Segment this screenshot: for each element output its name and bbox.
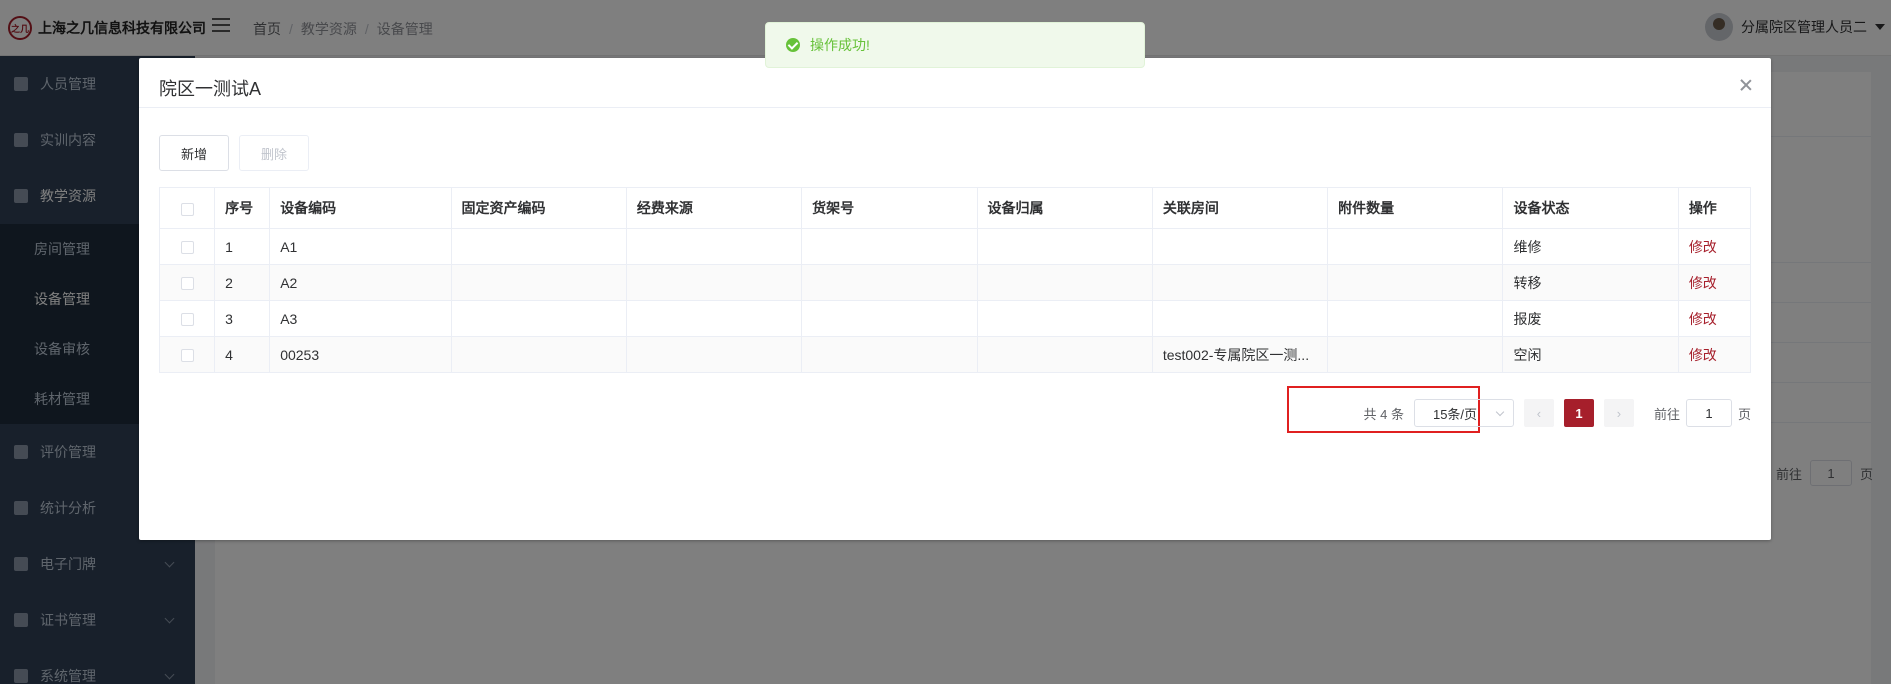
cell-shelf — [801, 336, 978, 373]
cell-index: 1 — [214, 228, 271, 265]
cell-owner — [976, 264, 1153, 301]
cell-fund — [625, 228, 803, 265]
cell-code: 00253 — [269, 336, 452, 373]
pager-goto-input[interactable]: 1 — [1685, 399, 1732, 427]
cell-code: A1 — [269, 228, 452, 265]
cell-status: 空闲 — [1502, 336, 1679, 373]
pagination: 共 4 条 15条/页 ‹ 1 › 前往 1 页 — [1354, 399, 1751, 427]
toast-message: 操作成功! — [810, 37, 870, 53]
cell-shelf — [801, 300, 978, 337]
edit-link[interactable]: 修改 — [1689, 347, 1717, 363]
delete-button[interactable]: 删除 — [239, 135, 309, 171]
select-all-checkbox[interactable] — [180, 202, 194, 216]
cell-room — [1151, 264, 1329, 301]
chevron-down-icon — [1495, 407, 1505, 417]
cell-asset — [450, 264, 627, 301]
cell-shelf — [801, 264, 978, 301]
cell-status: 维修 — [1502, 228, 1679, 265]
cell-owner — [976, 336, 1153, 373]
cell-room — [1151, 300, 1329, 337]
cell-index: 2 — [214, 264, 271, 301]
cell-index: 4 — [214, 336, 271, 373]
edit-link[interactable]: 修改 — [1689, 239, 1717, 255]
prev-page-button[interactable]: ‹ — [1523, 399, 1554, 427]
row-checkbox[interactable] — [180, 241, 194, 255]
column-header-status: 设备状态 — [1502, 187, 1679, 229]
column-header-index: 序号 — [214, 187, 271, 229]
column-header-action: 操作 — [1677, 187, 1752, 229]
row-checkbox[interactable] — [180, 349, 194, 363]
cell-asset — [450, 228, 627, 265]
cell-attachments — [1327, 264, 1504, 301]
column-header-shelf: 货架号 — [801, 187, 978, 229]
cell-status: 报废 — [1502, 300, 1679, 337]
dialog-title: 院区一测试A — [159, 79, 262, 99]
column-header-attachments: 附件数量 — [1327, 187, 1504, 229]
column-header-room: 关联房间 — [1151, 187, 1329, 229]
room-link-text: test002-专属院区一测... — [1162, 346, 1310, 363]
page-size-select[interactable]: 15条/页 — [1413, 399, 1514, 427]
table-row: 3 A3 报废 修改 — [158, 300, 1752, 337]
device-dialog: 院区一测试A 新增 删除 序号 设备编码 固定资产编码 经费来源 货架号 设备归… — [139, 58, 1771, 540]
edit-link[interactable]: 修改 — [1689, 275, 1717, 291]
device-table: 序号 设备编码 固定资产编码 经费来源 货架号 设备归属 关联房间 附件数量 设… — [158, 187, 1752, 373]
cell-attachments — [1327, 300, 1504, 337]
success-toast: 操作成功! — [765, 22, 1145, 68]
cell-attachments — [1327, 336, 1504, 373]
add-button[interactable]: 新增 — [159, 135, 229, 171]
pager-goto-label: 前往 — [1653, 406, 1680, 422]
cell-owner — [976, 228, 1153, 265]
page-size-value: 15条/页 — [1432, 406, 1478, 422]
table-row: 4 00253 test002-专属院区一测... 空闲 修改 — [158, 336, 1752, 373]
column-header-asset-code: 固定资产编码 — [450, 187, 627, 229]
column-header-code: 设备编码 — [269, 187, 452, 229]
pager-page-suffix: 页 — [1737, 406, 1751, 422]
next-page-button[interactable]: › — [1603, 399, 1634, 427]
cell-room — [1151, 228, 1329, 265]
cell-owner — [976, 300, 1153, 337]
cell-asset — [450, 336, 627, 373]
edit-link[interactable]: 修改 — [1689, 311, 1717, 327]
cell-fund — [625, 264, 803, 301]
page-number-current[interactable]: 1 — [1563, 399, 1594, 427]
cell-code: A3 — [269, 300, 452, 337]
cell-room: test002-专属院区一测... — [1151, 336, 1329, 373]
pager-total: 共 4 条 — [1363, 406, 1404, 422]
table-row: 1 A1 维修 修改 — [158, 228, 1752, 265]
select-all-cell — [158, 187, 216, 229]
check-circle-icon — [786, 38, 800, 52]
cell-code: A2 — [269, 264, 452, 301]
cell-asset — [450, 300, 627, 337]
cell-fund — [625, 336, 803, 373]
row-checkbox[interactable] — [180, 277, 194, 291]
column-header-fund-source: 经费来源 — [625, 187, 803, 229]
cell-attachments — [1327, 228, 1504, 265]
close-icon[interactable] — [1739, 78, 1753, 92]
cell-shelf — [801, 228, 978, 265]
cell-index: 3 — [214, 300, 271, 337]
table-row: 2 A2 转移 修改 — [158, 264, 1752, 301]
table-header-row: 序号 设备编码 固定资产编码 经费来源 货架号 设备归属 关联房间 附件数量 设… — [158, 187, 1752, 229]
cell-status: 转移 — [1502, 264, 1679, 301]
column-header-owner: 设备归属 — [976, 187, 1153, 229]
row-checkbox[interactable] — [180, 313, 194, 327]
cell-fund — [625, 300, 803, 337]
